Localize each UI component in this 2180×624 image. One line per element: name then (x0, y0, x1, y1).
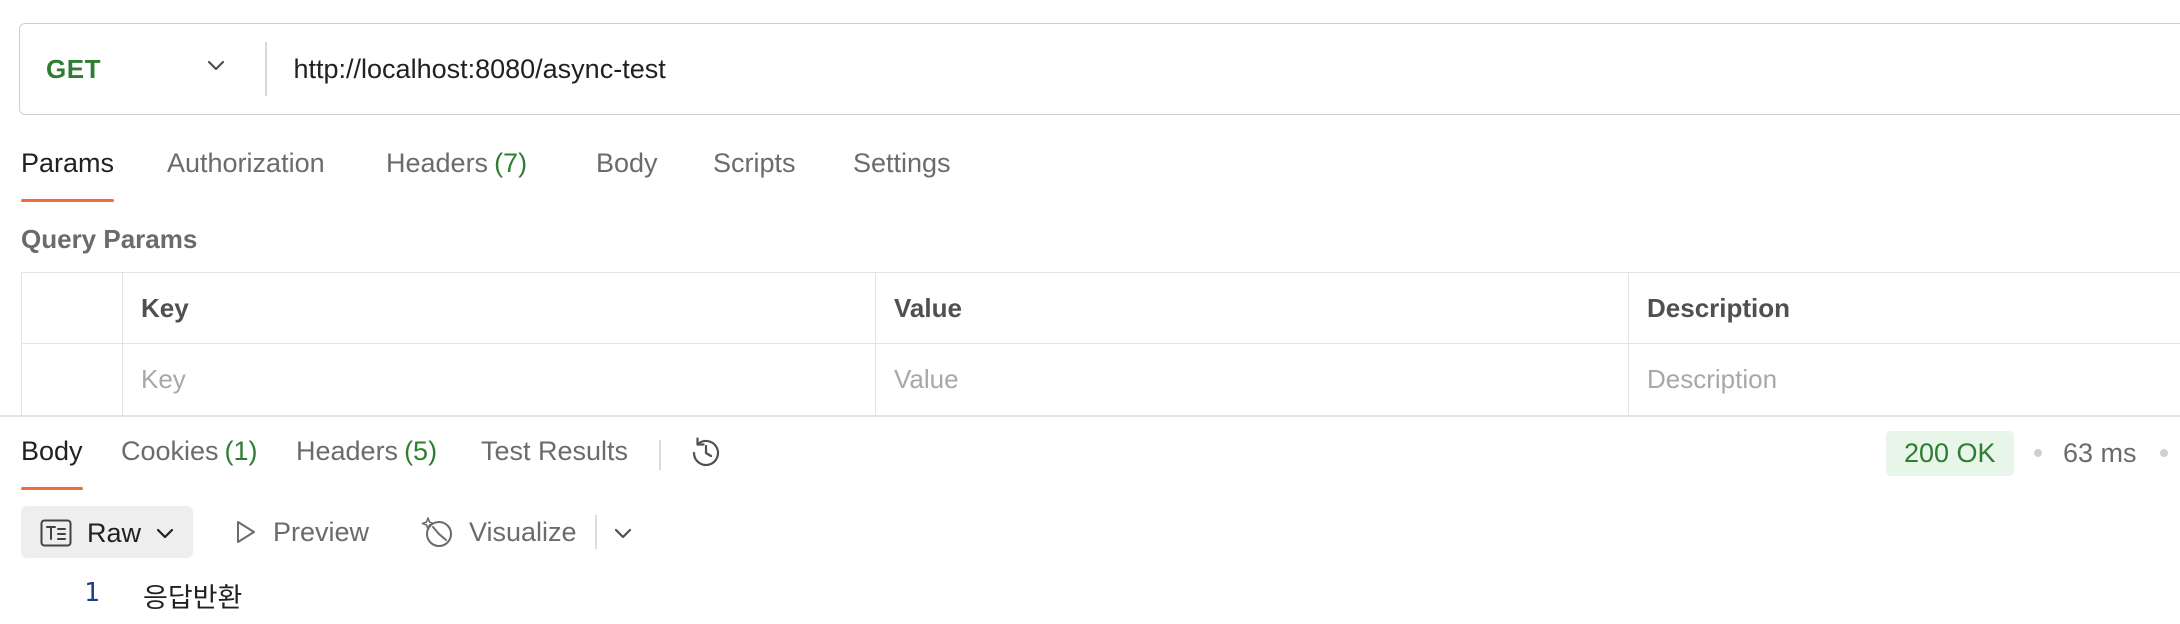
preview-button[interactable]: Preview (231, 506, 369, 558)
chevron-down-icon (207, 60, 225, 71)
tab-scripts[interactable]: Scripts (713, 148, 796, 202)
query-params-title: Query Params (21, 224, 198, 254)
tab-label: Params (21, 148, 115, 178)
key-input[interactable]: Key (122, 344, 875, 415)
chevron-down-icon[interactable] (612, 522, 634, 544)
format-selector-button[interactable]: Raw (21, 506, 193, 558)
toolbar-divider (595, 515, 597, 549)
tab-label: Body (21, 436, 83, 466)
table-header-row: Key Value Description (22, 273, 2180, 344)
tab-label: Scripts (713, 148, 796, 178)
raw-format-icon (40, 519, 72, 547)
tabs-divider (659, 440, 661, 470)
request-url-bar: GET (19, 23, 2180, 115)
separator-dot (2160, 449, 2168, 457)
column-header-value: Value (875, 273, 1628, 343)
tab-label: Authorization (167, 148, 325, 178)
method-label: GET (46, 53, 101, 84)
tab-label: Cookies (121, 436, 219, 466)
tab-test-results[interactable]: Test Results (481, 436, 628, 490)
tab-response-body[interactable]: Body (21, 436, 83, 490)
tab-headers[interactable]: Headers (7) (386, 148, 527, 202)
tab-count: (5) (404, 436, 438, 466)
preview-label: Preview (273, 516, 370, 547)
checkbox-column-header (22, 273, 122, 343)
history-icon[interactable] (687, 434, 725, 472)
tab-label: Test Results (481, 436, 629, 466)
tab-label: Headers (296, 436, 399, 466)
response-divider (0, 415, 2180, 417)
tab-authorization[interactable]: Authorization (167, 148, 325, 202)
tab-label: Headers (386, 148, 489, 178)
tab-cookies[interactable]: Cookies (1) (121, 436, 258, 490)
chevron-down-icon (156, 528, 174, 539)
visualize-label: Visualize (469, 516, 577, 547)
value-input[interactable]: Value (875, 344, 1628, 415)
tab-params[interactable]: Params (21, 148, 115, 202)
play-icon (237, 521, 255, 543)
separator-dot (2034, 449, 2042, 457)
active-tab-indicator (21, 199, 115, 202)
line-number: 1 (84, 578, 100, 608)
active-tab-indicator (21, 487, 83, 490)
visualize-button[interactable]: Visualize (421, 506, 577, 558)
description-input[interactable]: Description (1628, 344, 2180, 415)
tab-count: (7) (494, 148, 528, 178)
tab-label: Body (596, 148, 658, 178)
response-body-text[interactable]: 응답반환 (143, 576, 242, 615)
row-checkbox-cell (22, 344, 122, 415)
tab-label: Settings (853, 148, 951, 178)
tab-response-headers[interactable]: Headers (5) (296, 436, 437, 490)
column-header-key: Key (122, 273, 875, 343)
query-params-table: Key Value Description Key Value Descript… (21, 272, 2180, 416)
table-row: Key Value Description (22, 344, 2180, 415)
url-input[interactable] (266, 53, 2167, 85)
status-badge[interactable]: 200 OK (1886, 431, 2014, 476)
tab-count: (1) (224, 436, 258, 466)
column-header-description: Description (1628, 273, 2180, 343)
tab-body[interactable]: Body (596, 148, 658, 202)
tab-settings[interactable]: Settings (853, 148, 951, 202)
format-label: Raw (87, 518, 142, 548)
method-selector[interactable]: GET (20, 24, 265, 114)
visualize-icon (421, 517, 452, 547)
response-time[interactable]: 63 ms (2063, 438, 2137, 469)
